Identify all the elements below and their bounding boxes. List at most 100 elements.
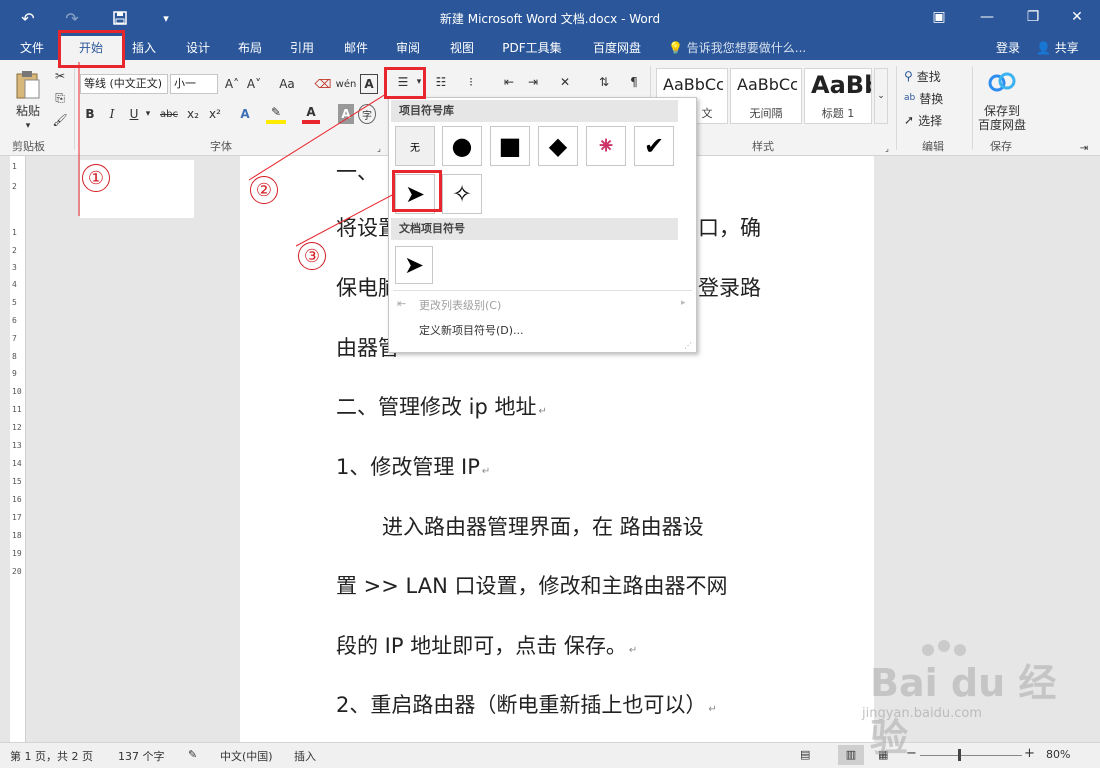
tell-me-search[interactable]: 💡 告诉我您想要做什么... (668, 36, 806, 60)
login-link[interactable]: 登录 (996, 36, 1020, 60)
replace-button[interactable]: ab 替换 (904, 88, 970, 108)
editing-group-label: 编辑 (922, 140, 944, 153)
show-marks-icon[interactable]: ¶ (624, 72, 644, 92)
proofing-icon[interactable]: ✎ (188, 748, 197, 761)
bullet-diamond[interactable]: ◆ (538, 126, 578, 166)
save-to-baidu-line2[interactable]: 百度网盘 (976, 114, 1028, 134)
tab-view[interactable]: 视图 (440, 36, 484, 60)
style-heading-1[interactable]: AaBbC 标题 1 (804, 68, 872, 124)
character-shading-icon[interactable]: A (338, 104, 354, 124)
styles-scroll-icon[interactable]: ⌄ (874, 68, 888, 124)
search-icon: ⚲ (904, 69, 913, 83)
tab-review[interactable]: 审阅 (386, 36, 430, 60)
tab-insert[interactable]: 插入 (122, 36, 166, 60)
share-button[interactable]: 👤 共享 (1036, 36, 1079, 60)
character-border-icon[interactable]: A (360, 74, 378, 94)
bullet-checkmark[interactable]: ✔ (634, 126, 674, 166)
vertical-ruler[interactable]: 1 2 1 2 3 4 5 6 7 8 9 10 11 12 13 14 15 … (10, 156, 26, 742)
highlight-box-home-tab (58, 30, 125, 68)
copy-icon[interactable]: ⎘ (52, 88, 68, 108)
bullet-none[interactable]: 无 (395, 126, 435, 166)
ruler-number: 18 (12, 531, 22, 540)
sort-icon[interactable]: ⇅ (594, 72, 614, 92)
bullet-four-point-star[interactable]: ✧ (442, 174, 482, 214)
tab-pdf-tools[interactable]: PDF工具集 (496, 36, 568, 60)
print-layout-icon[interactable]: ▥ (838, 745, 864, 765)
text-effects-icon[interactable]: A (236, 104, 254, 124)
find-button[interactable]: ⚲ 查找 (904, 66, 970, 86)
ruler-number: 2 (12, 182, 17, 191)
paste-dropdown-icon[interactable]: ▾ (20, 116, 36, 136)
baidu-cloud-icon[interactable] (986, 68, 1018, 96)
ruler-number: 13 (12, 441, 22, 450)
styles-dialog-launcher-icon[interactable]: ⌟ (882, 138, 892, 158)
grow-font-icon[interactable]: A˄ (222, 74, 242, 94)
clear-formatting-icon[interactable]: ⌫ (314, 74, 332, 94)
tell-me-text: 告诉我您想要做什么... (686, 41, 807, 55)
format-painter-icon[interactable]: 🖌 (52, 110, 68, 130)
style-no-spacing[interactable]: AaBbCcDc 无间隔 (730, 68, 802, 124)
style-name: 标题 1 (821, 107, 855, 120)
select-label: 选择 (918, 113, 943, 128)
annotation-number-1: ① (82, 164, 110, 192)
underline-icon[interactable]: U (126, 104, 142, 124)
underline-dropdown-icon[interactable]: ▾ (142, 104, 154, 124)
document-bullet-arrowhead[interactable]: ➤ (395, 246, 433, 284)
bold-icon[interactable]: B (82, 104, 98, 124)
page-count[interactable]: 第 1 页，共 2 页 (10, 748, 93, 764)
phonetic-guide-icon[interactable]: wén (336, 74, 357, 94)
superscript-icon[interactable]: x² (206, 104, 224, 124)
subscript-icon[interactable]: x₂ (184, 104, 202, 124)
ruler-number: 10 (12, 387, 22, 396)
font-color-icon[interactable]: A (302, 104, 320, 124)
numbering-icon[interactable]: ☷ (428, 72, 454, 92)
minimize-button[interactable]: — (972, 6, 1002, 28)
select-button[interactable]: ➚ 选择 (904, 110, 970, 130)
multilevel-list-icon[interactable]: ⁝ (458, 72, 484, 92)
pin-ribbon-icon[interactable]: ⇥ (1076, 138, 1092, 158)
define-new-bullet-item[interactable]: 定义新项目符号(D)... (419, 322, 524, 338)
decrease-indent-icon[interactable]: ⇤ (498, 72, 520, 92)
strikethrough-icon[interactable]: abc (158, 104, 180, 124)
chinese-layout-icon[interactable]: ✕ (552, 72, 578, 92)
replace-icon: ab (904, 93, 916, 103)
highlight-box-arrow-bullet (392, 170, 442, 212)
tab-layout[interactable]: 布局 (228, 36, 272, 60)
restore-button[interactable]: ❐ (1018, 6, 1048, 28)
italic-icon[interactable]: I (104, 104, 120, 124)
line-text: 段的 IP 地址即可，点击 保存。 (336, 634, 627, 658)
change-list-level-item[interactable]: 更改列表级别(C) (419, 297, 501, 313)
clipboard-icon[interactable] (10, 68, 46, 102)
close-button[interactable]: ✕ (1062, 6, 1092, 28)
find-label: 查找 (916, 69, 941, 84)
change-case-icon[interactable]: Aa (272, 74, 302, 94)
annotation-number-2: ② (250, 176, 278, 204)
resize-grip-icon[interactable]: ⋰ (684, 341, 692, 350)
watermark-url: jingyan.baidu.com (862, 706, 982, 721)
read-mode-icon[interactable]: ▤ (800, 748, 810, 761)
tab-references[interactable]: 引用 (280, 36, 324, 60)
ribbon-display-icon[interactable]: ▣ (924, 6, 954, 28)
ribbon-tabs: 文件 开始 插入 设计 布局 引用 邮件 审阅 视图 PDF工具集 百度网盘 💡… (0, 36, 1100, 60)
tab-baidu-netdisk[interactable]: 百度网盘 (582, 36, 652, 60)
bullet-filled-circle[interactable]: ● (442, 126, 482, 166)
shrink-font-icon[interactable]: A˅ (244, 74, 264, 94)
word-count[interactable]: 137 个字 (118, 748, 165, 764)
insert-mode-indicator[interactable]: 插入 (294, 748, 316, 764)
group-divider (972, 66, 973, 150)
cut-icon[interactable]: ✂ (52, 66, 68, 86)
font-dialog-launcher-icon[interactable]: ⌟ (374, 138, 384, 158)
increase-indent-icon[interactable]: ⇥ (522, 72, 544, 92)
tab-file[interactable]: 文件 (8, 36, 56, 60)
language-indicator[interactable]: 中文(中国) (220, 748, 273, 764)
enclose-characters-icon[interactable]: 字 (358, 104, 376, 124)
font-size-combo[interactable]: 小一 (170, 74, 218, 94)
tab-mailings[interactable]: 邮件 (334, 36, 378, 60)
bullet-filled-square[interactable]: ■ (490, 126, 530, 166)
font-name-combo[interactable]: 等线 (中文正文) (80, 74, 168, 94)
bullet-multicolor[interactable]: ⁕ (586, 126, 626, 166)
tab-design[interactable]: 设计 (176, 36, 220, 60)
highlight-icon[interactable]: ✎ (266, 104, 286, 124)
doc-line: 进入路由器管理界面，在 路由器设 (382, 515, 704, 539)
ruler-number: 15 (12, 477, 22, 486)
